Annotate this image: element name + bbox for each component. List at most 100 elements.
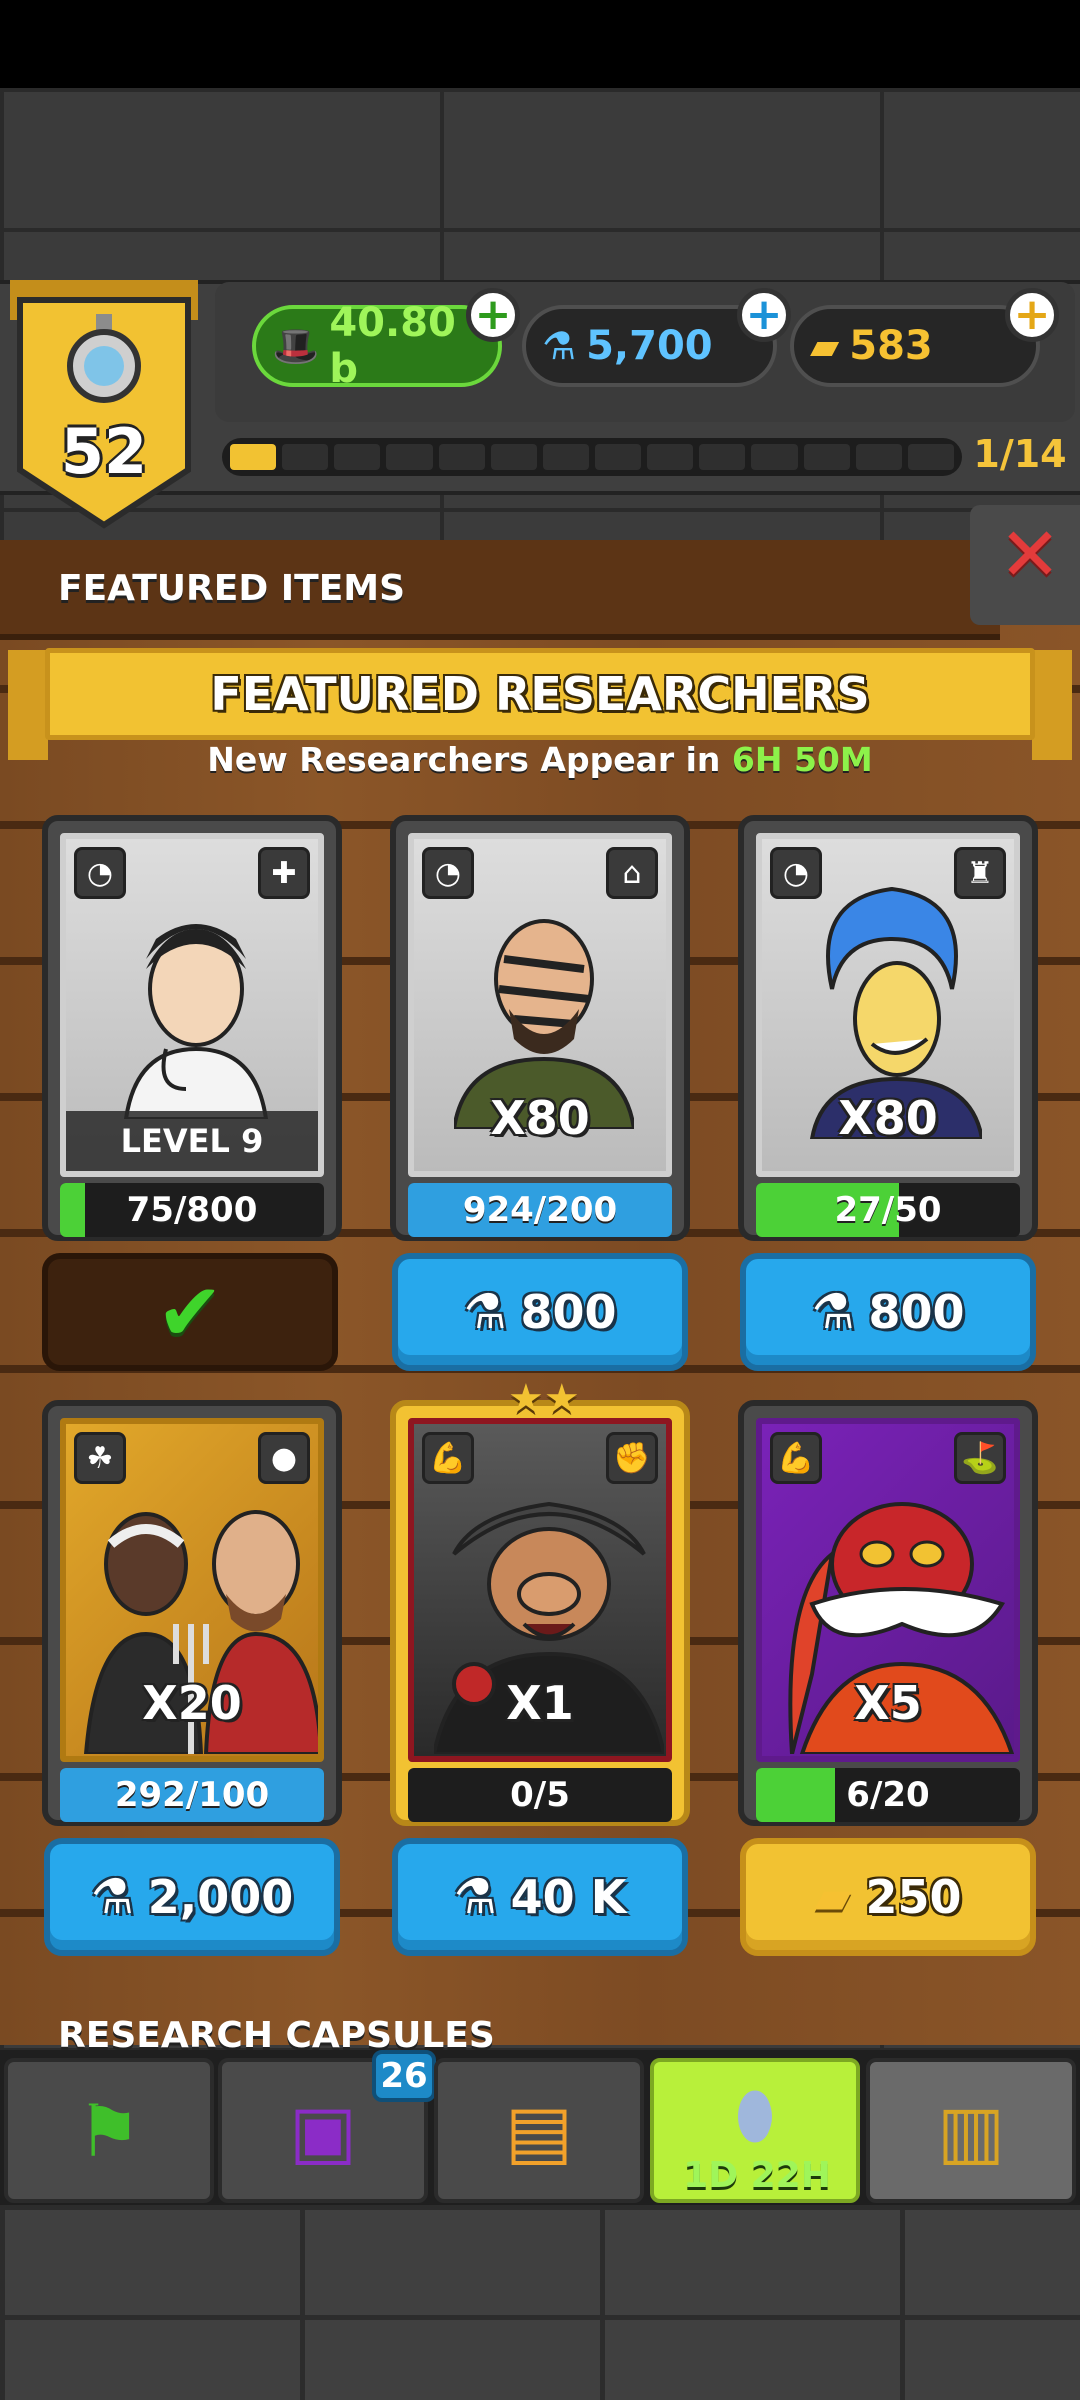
flask-icon: ⚗: [542, 324, 577, 368]
level-badge[interactable]: [10, 280, 198, 530]
progress-segment: [907, 444, 954, 470]
add-cash-button[interactable]: +: [466, 288, 520, 342]
card-overlay-2: X80: [838, 1091, 938, 1145]
flask-icon: ⚗: [453, 1869, 497, 1925]
gold-bar-icon: ▰: [810, 324, 840, 368]
progress-segment: [230, 444, 277, 470]
stars-icon: ★★: [508, 1376, 580, 1422]
card-progress-text-2: 27/50: [834, 1190, 942, 1230]
researcher-card-doctor[interactable]: ◔ ✚ LEVEL 9 75/800: [42, 815, 342, 1241]
researcher-portrait-farmers: ☘ ● X20: [60, 1418, 324, 1762]
buy-button-4[interactable]: ⚗ 40 K: [392, 1838, 688, 1956]
progress-segment: [542, 444, 589, 470]
speed-gauge-icon: ◔: [74, 847, 126, 899]
cash-counter[interactable]: 🎩 40.80 b: [252, 300, 502, 392]
medal-inner: [84, 346, 124, 386]
card-progress-text-0: 75/800: [126, 1190, 258, 1230]
checkmark-icon: ✔: [156, 1265, 224, 1359]
progress-segment: [594, 444, 642, 470]
card-progress-text-5: 6/20: [846, 1775, 930, 1815]
researcher-card-legendary[interactable]: ★★ 💪 ✊ X1 0/5: [390, 1376, 690, 1826]
card-progress-5: 6/20: [756, 1768, 1020, 1822]
level-progress-bar: [222, 438, 962, 476]
card-overlay-1: X80: [490, 1091, 590, 1145]
price-4: 40 K: [510, 1870, 627, 1924]
progress-segment: [386, 444, 433, 470]
flask-icon: ⚗: [811, 1284, 855, 1340]
card-progress-3: 292/100: [60, 1768, 324, 1822]
progress-segment: [647, 444, 694, 470]
folder-icon: ▤: [504, 2088, 574, 2173]
card-progress-2: 27/50: [756, 1183, 1020, 1237]
buy-button-5[interactable]: ▰ 250: [740, 1838, 1036, 1956]
progress-segment: [803, 444, 850, 470]
treasure-chest-icon: ▥: [936, 2088, 1006, 2173]
speed-gauge-icon: ◔: [422, 847, 474, 899]
cash-hat-icon: 🎩: [272, 323, 320, 368]
capsule-timer: 1D 22H: [683, 2155, 831, 2196]
bandage-icon: ✚: [258, 847, 310, 899]
card-progress-text-4: 0/5: [510, 1775, 570, 1815]
researcher-portrait-bluehair: ◔ ♜ X80: [756, 833, 1020, 1177]
featured-researchers-banner: FEATURED RESEARCHERS: [45, 648, 1035, 740]
status-bar: [0, 0, 1080, 88]
researcher-card-epic[interactable]: 💪 ⛳ X5 6/20: [738, 1400, 1038, 1826]
close-icon[interactable]: ✕: [995, 518, 1065, 592]
level-progress-label: 1/14: [973, 432, 1067, 476]
tab-treasure[interactable]: ▥: [866, 2058, 1076, 2203]
progress-segment: [490, 444, 537, 470]
card-progress-1: 924/200: [408, 1183, 672, 1237]
tab-campaign[interactable]: ⚑: [4, 2058, 214, 2203]
card-progress-text-1: 924/200: [462, 1190, 618, 1230]
gold-counter[interactable]: ▰ 583: [790, 305, 1040, 387]
progress-segment: [699, 444, 746, 470]
researcher-portrait-doctor: ◔ ✚ LEVEL 9: [60, 833, 324, 1177]
add-gold-button[interactable]: +: [1005, 288, 1059, 342]
player-level: 52: [60, 415, 148, 488]
researcher-portrait-warpaint: ◔ ⌂ X80: [408, 833, 672, 1177]
bottom-stone-background: [0, 2205, 1080, 2400]
card-progress-text-3: 292/100: [114, 1775, 270, 1815]
card-progress-4: 0/5: [408, 1768, 672, 1822]
researcher-card-farmers[interactable]: ☘ ● X20 292/100: [42, 1400, 342, 1826]
cards-count-badge: 26: [372, 2050, 436, 2102]
gold-bar-icon: ▰: [814, 1869, 852, 1925]
progress-segment: [334, 444, 381, 470]
refresh-timer-prefix: New Researchers Appear in: [207, 740, 732, 779]
buy-button-1[interactable]: ⚗ 800: [392, 1253, 688, 1371]
buy-button-2[interactable]: ⚗ 800: [740, 1253, 1036, 1371]
price-1: 800: [520, 1285, 617, 1339]
researcher-card-bluehair[interactable]: ◔ ♜ X80 27/50: [738, 815, 1038, 1241]
refresh-timer-value: 6H 50M: [731, 740, 873, 779]
progress-segment: [855, 444, 902, 470]
flask-icon: ⚗: [463, 1284, 507, 1340]
card-overlay-5: X5: [854, 1676, 922, 1730]
card-overlay-0: LEVEL 9: [66, 1111, 318, 1171]
add-research-button[interactable]: +: [737, 288, 791, 342]
price-3: 2,000: [147, 1870, 294, 1924]
tab-files[interactable]: ▤: [434, 2058, 644, 2203]
research-value: 5,700: [586, 323, 713, 369]
cards-icon: ▣: [288, 2088, 358, 2173]
progress-segment: [751, 444, 798, 470]
flag-icon: ⚑: [76, 2088, 142, 2173]
owned-checkmark-button: ✔: [42, 1253, 338, 1371]
card-overlay-4: X1: [506, 1676, 574, 1730]
card-overlay-3: X20: [142, 1676, 242, 1730]
featured-items-title: FEATURED ITEMS: [58, 568, 406, 609]
researcher-portrait-epic: 💪 ⛳ X5: [756, 1418, 1020, 1762]
gold-value: 583: [849, 323, 933, 369]
price-2: 800: [868, 1285, 965, 1339]
card-progress-0: 75/800: [60, 1183, 324, 1237]
progress-segment: [438, 444, 485, 470]
buy-button-3[interactable]: ⚗ 2,000: [44, 1838, 340, 1956]
researcher-card-warpaint[interactable]: ◔ ⌂ X80 924/200: [390, 815, 690, 1241]
flask-icon: ⚗: [90, 1869, 134, 1925]
capsule-egg-icon: ⬮: [734, 2078, 776, 2153]
price-5: 250: [865, 1870, 962, 1924]
progress-segment: [282, 444, 329, 470]
doctor-figure: [123, 924, 269, 1119]
researcher-portrait-legendary: 💪 ✊ X1: [408, 1418, 672, 1762]
gate-icon: ⌂: [606, 847, 658, 899]
refresh-timer-text: New Researchers Appear in 6H 50M: [0, 740, 1080, 779]
